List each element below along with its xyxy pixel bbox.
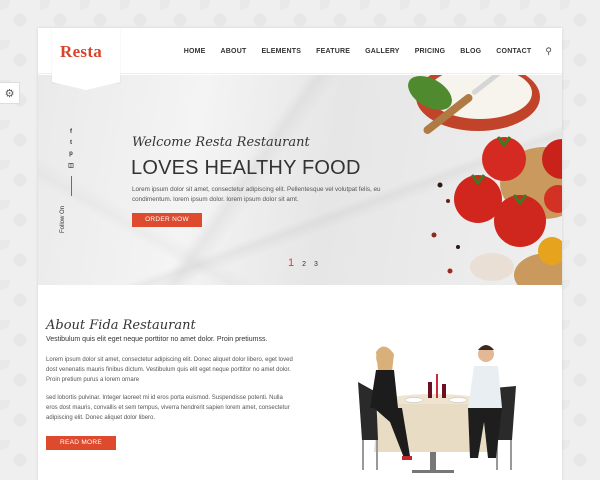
wine-glass	[428, 382, 432, 398]
instagram-icon[interactable]: ◫	[68, 162, 74, 169]
nav-feature[interactable]: FEATURE	[316, 48, 350, 55]
pager-2[interactable]: 2	[302, 261, 306, 268]
man-hair	[478, 345, 494, 350]
hero-slider: f t p ◫ Follow On Welcome Resta Restaura…	[38, 75, 562, 285]
about-paragraph-2: sed lobortis pulvinar. Integer laoreet m…	[46, 395, 290, 421]
food-image	[408, 75, 562, 285]
hero-welcome: Welcome Resta Restaurant	[132, 135, 310, 150]
pager-3[interactable]: 3	[314, 261, 318, 268]
twitter-icon[interactable]: t	[70, 140, 72, 146]
wine-glass	[442, 384, 446, 398]
hero-text: Lorem ipsum dolor sit amet, consectetur …	[132, 186, 381, 203]
garlic	[470, 253, 514, 281]
pager-1[interactable]: 1	[288, 257, 294, 269]
chair-left-leg	[376, 440, 378, 470]
plate	[404, 397, 424, 403]
social-divider	[70, 176, 72, 196]
page-container: Resta HOME ABOUT ELEMENTS FEATURE GALLER…	[38, 28, 562, 480]
slider-pager: 1 2 3	[288, 257, 326, 269]
logo-box[interactable]: Resta	[52, 28, 120, 90]
nav-gallery[interactable]: GALLERY	[365, 48, 400, 55]
search-icon[interactable]: ⚲	[545, 46, 552, 57]
pinterest-icon[interactable]: p	[69, 151, 73, 157]
nav-elements[interactable]: ELEMENTS	[261, 48, 301, 55]
site-header: Resta HOME ABOUT ELEMENTS FEATURE GALLER…	[38, 28, 562, 90]
nav-home[interactable]: HOME	[184, 48, 206, 55]
woman-shoes	[402, 456, 412, 460]
chair-left-leg	[362, 440, 364, 470]
read-more-button[interactable]: READ MORE	[46, 436, 116, 450]
peppercorn	[456, 245, 460, 249]
chair-right-leg	[510, 440, 512, 470]
diners-image	[358, 345, 516, 473]
peppercorn	[447, 268, 453, 274]
hero-title: LOVES HEALTHY FOOD	[131, 157, 361, 179]
nav-blog[interactable]: BLOG	[460, 48, 481, 55]
woman-hair	[376, 346, 394, 372]
peppercorn	[437, 182, 443, 188]
order-now-button[interactable]: ORDER NOW	[132, 213, 202, 227]
nav-contact[interactable]: CONTACT	[496, 48, 531, 55]
social-links: f t p ◫	[66, 129, 76, 202]
candle-flower	[436, 374, 438, 398]
peppercorn	[431, 232, 437, 238]
table-base	[412, 470, 454, 473]
settings-toggle[interactable]: ⚙	[0, 82, 20, 104]
woman-dress	[370, 370, 398, 408]
nav-pricing[interactable]: PRICING	[415, 48, 446, 55]
facebook-icon[interactable]: f	[70, 129, 72, 135]
logo[interactable]: Resta	[60, 42, 102, 62]
about-title: About Fida Restaurant	[46, 318, 196, 333]
plate	[448, 397, 468, 403]
gear-icon: ⚙	[4, 87, 15, 100]
about-paragraph-1: Lorem ipsum dolor sit amet, consectetur …	[46, 357, 293, 383]
main-nav: HOME ABOUT ELEMENTS FEATURE GALLERY PRIC…	[169, 46, 552, 57]
about-lead: Vestibulum quis elit eget neque porttito…	[46, 336, 268, 343]
man-shirt	[468, 366, 502, 408]
peppercorn	[446, 199, 450, 203]
table-leg	[430, 452, 436, 470]
nav-about[interactable]: ABOUT	[221, 48, 247, 55]
follow-label: Follow On	[60, 205, 66, 233]
